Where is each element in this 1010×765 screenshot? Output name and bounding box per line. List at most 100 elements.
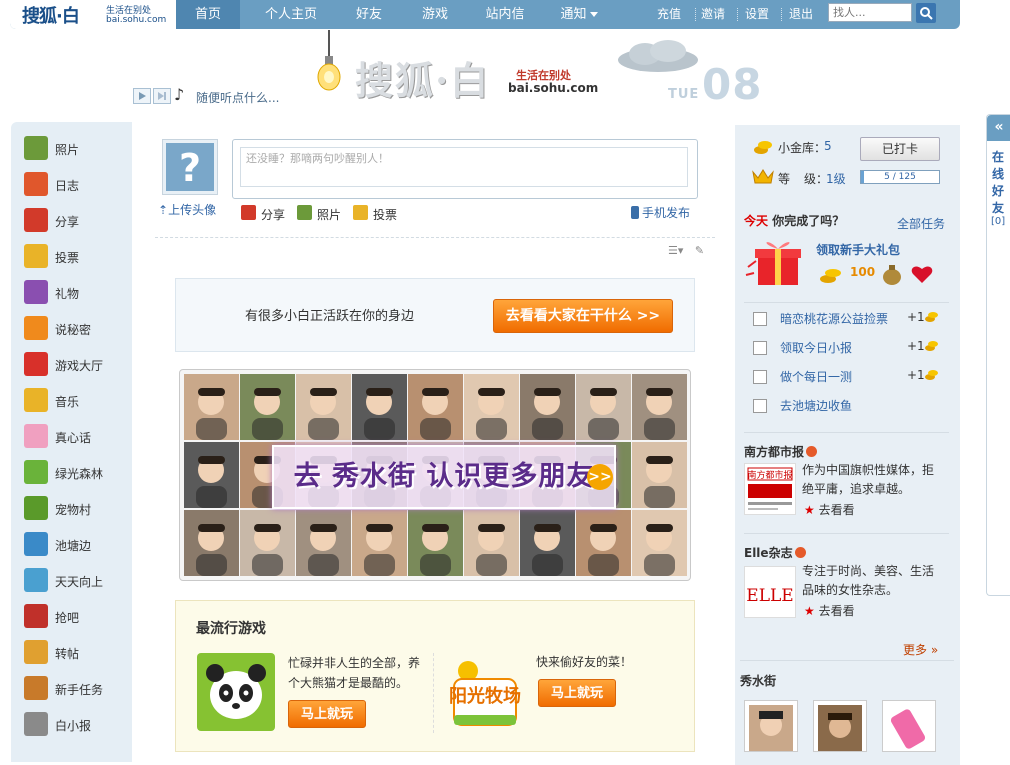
invite-link[interactable]: 邀请 [701, 0, 725, 29]
photo-tile[interactable] [464, 510, 519, 576]
sidebar-item-dice[interactable]: 游戏大厅 [24, 352, 130, 378]
more-link[interactable]: 更多 » [903, 641, 938, 658]
checkin-button[interactable]: 已打卡 [860, 137, 940, 161]
see-what-everyone-button[interactable]: 去看看大家在干什么 >> [493, 299, 673, 333]
nav-messages[interactable]: 站内信 [468, 0, 542, 29]
logout-link[interactable]: 退出 [789, 0, 813, 29]
avatar[interactable]: ? [162, 139, 218, 195]
sidebar-item-secret[interactable]: 说秘密 [24, 316, 130, 342]
search-input[interactable] [828, 3, 912, 22]
sidebar-item-climb[interactable]: 天天向上 [24, 568, 130, 594]
gold-value[interactable]: 5 [824, 139, 832, 153]
feed-title-nanfang[interactable]: 南方都市报 [744, 443, 818, 460]
list-view-icon[interactable]: ☰▾ [668, 244, 683, 257]
sidebar-item-gift[interactable]: 礼物 [24, 280, 130, 306]
task-link[interactable]: 做个每日一测 [780, 368, 852, 385]
task-link[interactable]: 去池塘边收鱼 [780, 397, 852, 414]
nanfang-logo[interactable]: 南方都市报 [744, 463, 796, 515]
sidebar-item-grab[interactable]: 抢吧 [24, 604, 130, 630]
photo-tile[interactable] [520, 374, 575, 440]
sidebar-item-journal[interactable]: 日志 [24, 172, 130, 198]
photo-tile[interactable] [408, 374, 463, 440]
elle-logo[interactable]: ELLE [744, 566, 796, 618]
sidebar-item-truth[interactable]: 真心话 [24, 424, 130, 450]
task-checkbox[interactable] [753, 312, 767, 326]
xiushui-avatar[interactable] [744, 700, 798, 752]
level-value[interactable]: 1级 [826, 170, 846, 187]
games-title: 最流行游戏 [196, 621, 266, 637]
task-checkbox[interactable] [753, 341, 767, 355]
photo-tile[interactable] [408, 510, 463, 576]
mobile-publish-link[interactable]: 手机发布 [631, 204, 690, 221]
photo-tile[interactable] [296, 510, 351, 576]
sidebar-item-forest[interactable]: 绿光森林 [24, 460, 130, 486]
recharge-link[interactable]: 充值 [657, 0, 681, 29]
active-users-text: 有很多小白正活跃在你的身边 [245, 309, 415, 324]
nav-games[interactable]: 游戏 [402, 0, 468, 29]
music-random-link[interactable]: 随便听点什么... [196, 89, 346, 106]
tasks-today-word: 今天 [744, 214, 769, 228]
photo-tile[interactable] [464, 374, 519, 440]
photo-tile[interactable] [632, 442, 687, 508]
sidebar-item-newspaper[interactable]: 白小报 [24, 712, 130, 738]
photo-tile[interactable] [352, 510, 407, 576]
panda-game-icon[interactable] [197, 653, 275, 731]
online-friends-panel[interactable]: « 在线好友 [0] [986, 114, 1010, 596]
settings-wrench-icon[interactable]: ✎ [695, 244, 704, 257]
sidebar-item-vote-chart[interactable]: 投票 [24, 244, 130, 270]
play-ranch-game-button[interactable]: 马上就玩 [538, 679, 616, 707]
sidebar-item-pond[interactable]: 池塘边 [24, 532, 130, 558]
all-tasks-link[interactable]: 全部任务 [897, 215, 945, 232]
gift-box-icon[interactable] [744, 237, 808, 289]
play-button[interactable] [133, 88, 151, 104]
xiushui-avatar[interactable] [882, 700, 936, 752]
status-input[interactable]: 还没睡？那嘀两句吵醒别人！ [240, 147, 688, 187]
next-button[interactable] [153, 88, 171, 104]
photo-tile[interactable] [632, 510, 687, 576]
sidebar-item-panda[interactable]: 宠物村 [24, 496, 130, 522]
photo-tile[interactable] [576, 510, 631, 576]
photo-tile[interactable] [184, 510, 239, 576]
collapse-arrow-icon[interactable]: « [987, 115, 1010, 141]
newbie-gift-link[interactable]: 领取新手大礼包 [816, 241, 900, 258]
task-checkbox[interactable] [753, 370, 767, 384]
play-panda-game-button[interactable]: 马上就玩 [288, 700, 366, 728]
nav-home[interactable]: 首页 [176, 0, 240, 29]
photo-tile[interactable] [184, 374, 239, 440]
photo-tile[interactable] [184, 442, 239, 508]
site-logo[interactable]: 搜狐·白 生活在别处 bai.sohu.com [10, 0, 177, 29]
photo-tile[interactable] [576, 374, 631, 440]
panda-icon [24, 496, 48, 520]
nav-friends[interactable]: 好友 [336, 0, 402, 29]
sidebar-item-photo[interactable]: 照片 [24, 136, 130, 162]
xiushui-banner[interactable]: 去 秀水街 认识更多朋友 >> [272, 445, 616, 509]
photo-wall[interactable]: 去 秀水街 认识更多朋友 >> [179, 369, 691, 581]
sidebar-item-newbie[interactable]: 新手任务 [24, 676, 130, 702]
photo-tile[interactable] [352, 374, 407, 440]
status-composer: 还没睡？那嘀两句吵醒别人！ [232, 139, 698, 199]
photo-tile[interactable] [632, 374, 687, 440]
sidebar-item-repost[interactable]: 转帖 [24, 640, 130, 666]
xiushui-avatar[interactable] [813, 700, 867, 752]
feed-title-elle[interactable]: Elle杂志 [744, 544, 806, 561]
sidebar-item-label: 分享 [55, 215, 80, 229]
task-checkbox[interactable] [753, 399, 767, 413]
nav-notifications[interactable]: 通知 [542, 0, 616, 29]
elle-visit-link[interactable]: ★ 去看看 [804, 602, 855, 619]
upload-avatar-link[interactable]: ⇡上传头像 [158, 201, 216, 218]
sidebar-item-share-heart[interactable]: 分享 [24, 208, 130, 234]
sidebar-item-music[interactable]: 音乐 [24, 388, 130, 414]
search-button[interactable] [916, 3, 936, 23]
photo-tile[interactable] [296, 374, 351, 440]
photo-tile[interactable] [240, 374, 295, 440]
nav-profile[interactable]: 个人主页 [246, 0, 336, 29]
settings-link[interactable]: 设置 [745, 0, 769, 29]
photo-tile[interactable] [240, 510, 295, 576]
task-link[interactable]: 暗恋桃花源公益捡票 [780, 310, 888, 327]
task-link[interactable]: 领取今日小报 [780, 339, 852, 356]
sidebar-item-label: 绿光森林 [55, 467, 104, 481]
photo-tile[interactable] [520, 510, 575, 576]
sunshine-ranch-icon[interactable]: 阳光牧场 [448, 657, 522, 731]
nanfang-description: 作为中国旗帜性媒体，拒绝平庸，追求卓越。 [802, 463, 935, 496]
nanfang-visit-link[interactable]: ★ 去看看 [804, 501, 855, 518]
